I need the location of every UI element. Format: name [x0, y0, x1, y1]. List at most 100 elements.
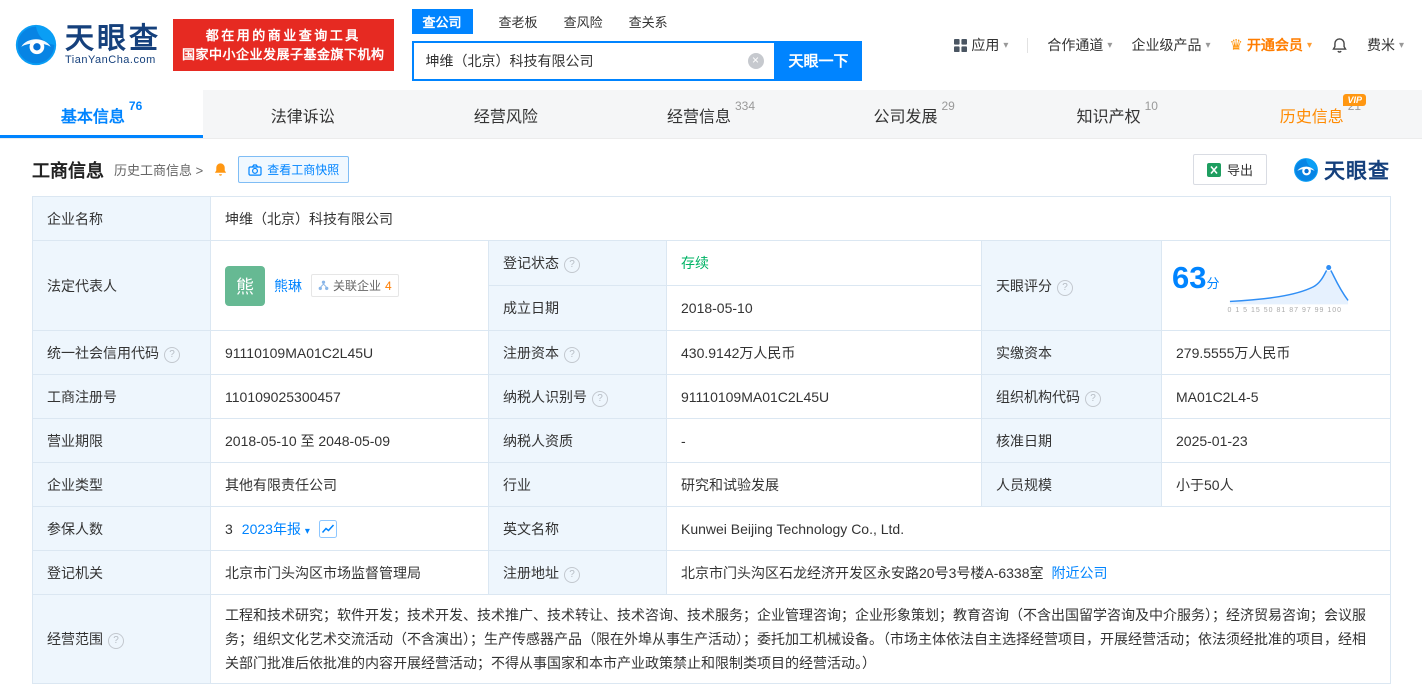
watermark-logo: 天眼查 — [1293, 155, 1390, 185]
org-code-value: MA01C2L4-5 — [1162, 375, 1391, 419]
english-name-value: Kunwei Beijing Technology Co., Ltd. — [667, 507, 1391, 551]
insured-trend-chart-button[interactable] — [319, 520, 337, 538]
avatar[interactable]: 熊 — [225, 266, 265, 306]
paid-capital-value: 279.5555万人民币 — [1162, 331, 1391, 375]
business-scope-value: 工程和技术研究；软件开发；技术开发、技术推广、技术转让、技术咨询、技术服务；企业… — [211, 595, 1391, 684]
founded-date-label: 成立日期 — [489, 286, 667, 331]
industry-value: 研究和试验发展 — [667, 463, 982, 507]
search-button[interactable]: 天眼一下 — [776, 41, 862, 81]
search-tab-risk[interactable]: 查风险 — [564, 12, 603, 31]
table-row: 企业名称 坤维（北京）科技有限公司 — [33, 197, 1391, 241]
tab-intellectual-property[interactable]: 知识产权 10 — [1016, 90, 1219, 138]
tab-history-info[interactable]: 历史信息 21 VIP — [1219, 90, 1422, 138]
business-scope-label: 经营范围 — [33, 595, 211, 684]
score-unit: 分 — [1206, 276, 1219, 291]
apps-grid-icon — [954, 39, 967, 52]
score-curve-icon — [1228, 261, 1350, 307]
help-icon[interactable] — [1085, 391, 1101, 407]
business-term-label: 营业期限 — [33, 419, 211, 463]
help-icon[interactable] — [564, 567, 580, 583]
tab-label: 基本信息 — [61, 103, 125, 127]
value-text: Kunwei Beijing Technology Co., Ltd. — [681, 521, 904, 537]
reg-status-value: 存续 — [667, 241, 982, 286]
search-tabs: 查公司 查老板 查风险 查关系 — [412, 10, 862, 34]
help-icon[interactable] — [592, 391, 608, 407]
nav-divider — [1027, 38, 1028, 53]
snapshot-label: 查看工商快照 — [267, 161, 339, 178]
score-axis-labels: 0 1 5 15 50 81 87 97 99 100 — [1228, 307, 1350, 314]
table-row: 企业类型 其他有限责任公司 行业 研究和试验发展 人员规模 小于50人 — [33, 463, 1391, 507]
scope-text: 工程和技术研究；软件开发；技术开发、技术推广、技术转让、技术咨询、技术服务；企业… — [225, 607, 1366, 671]
clear-icon[interactable]: × — [748, 53, 764, 69]
tab-label: 经营风险 — [474, 103, 538, 127]
tianyancha-logo[interactable]: 天眼查 TianYanCha.com — [14, 23, 161, 67]
label-text: 注册地址 — [503, 565, 559, 581]
search-input-wrap: × — [412, 41, 776, 81]
monitor-bell-button[interactable] — [213, 162, 228, 177]
nav-open-vip[interactable]: ♛ 开通会员 ▾ — [1229, 35, 1311, 55]
label-text: 行业 — [503, 477, 531, 493]
chevron-down-icon: ▾ — [1003, 40, 1008, 51]
registration-authority-label: 登记机关 — [33, 551, 211, 595]
nav-enterprise-products[interactable]: 企业级产品 ▾ — [1131, 35, 1210, 55]
nav-user-menu[interactable]: 费米 ▾ — [1367, 35, 1404, 55]
related-companies-chip[interactable]: 关联企业 4 — [311, 274, 399, 297]
tab-label: 公司发展 — [873, 103, 937, 127]
search-tab-company[interactable]: 查公司 — [412, 9, 473, 34]
tianyancha-eye-icon — [1293, 157, 1319, 183]
label-text: 企业名称 — [47, 211, 103, 227]
nav-partner-channel[interactable]: 合作通道 ▾ — [1047, 35, 1112, 55]
approval-date-label: 核准日期 — [982, 419, 1162, 463]
help-icon[interactable] — [164, 347, 180, 363]
reg-capital-label: 注册资本 — [489, 331, 667, 375]
tab-label: 历史信息 — [1280, 103, 1344, 127]
value-text: 研究和试验发展 — [681, 477, 779, 493]
tab-operational-risk[interactable]: 经营风险 — [406, 90, 609, 138]
brand-name: 天眼查 — [65, 24, 161, 54]
reg-status-label: 登记状态 — [489, 241, 667, 286]
nav-apps-label: 应用 — [971, 35, 999, 55]
help-icon[interactable] — [1057, 280, 1073, 296]
nav-apps[interactable]: 应用 ▾ — [954, 35, 1008, 55]
value-text: - — [681, 433, 686, 449]
registration-authority-value: 北京市门头沟区市场监督管理局 — [211, 551, 489, 595]
search-input[interactable] — [424, 52, 748, 70]
insured-count-label: 参保人数 — [33, 507, 211, 551]
annual-report-label: 2023年报 — [242, 521, 301, 537]
bell-icon — [1331, 37, 1348, 54]
business-info-table: 企业名称 坤维（北京）科技有限公司 法定代表人 熊 熊琳 关联企业 4 — [32, 196, 1391, 684]
search-tab-boss[interactable]: 查老板 — [499, 12, 538, 31]
label-text: 成立日期 — [503, 300, 559, 316]
company-name-label: 企业名称 — [33, 197, 211, 241]
table-row: 参保人数 3 2023年报 ▾ 英文名称 Kunwei Beijing Tech… — [33, 507, 1391, 551]
nav-notifications[interactable] — [1331, 37, 1348, 54]
history-business-info-link[interactable]: 历史工商信息 > — [114, 160, 203, 179]
label-text: 组织机构代码 — [996, 389, 1080, 405]
help-icon[interactable] — [564, 257, 580, 273]
nearby-companies-link[interactable]: 附近公司 — [1052, 565, 1108, 581]
tab-company-development[interactable]: 公司发展 29 — [813, 90, 1016, 138]
nav-enterprise-label: 企业级产品 — [1131, 35, 1201, 55]
export-button[interactable]: 导出 — [1193, 154, 1267, 185]
annual-report-link[interactable]: 2023年报 ▾ — [242, 519, 310, 539]
business-snapshot-button[interactable]: 查看工商快照 — [238, 156, 349, 183]
reg-capital-value: 430.9142万人民币 — [667, 331, 982, 375]
company-tab-bar: 基本信息 76 法律诉讼 经营风险 经营信息 334 公司发展 29 知识产权 … — [0, 90, 1422, 139]
help-icon[interactable] — [564, 347, 580, 363]
tab-legal-proceedings[interactable]: 法律诉讼 — [203, 90, 406, 138]
trend-chart-icon — [319, 520, 337, 538]
score-distribution-chart: 0 1 5 15 50 81 87 97 99 100 — [1228, 261, 1350, 314]
tianyancha-eye-icon — [14, 23, 58, 67]
help-icon[interactable] — [108, 633, 124, 649]
tab-basic-info[interactable]: 基本信息 76 — [0, 90, 203, 138]
legal-rep-name-link[interactable]: 熊琳 — [274, 276, 302, 296]
chevron-down-icon: ▾ — [305, 526, 310, 537]
tab-business-info[interactable]: 经营信息 334 — [609, 90, 812, 138]
search-area: 查公司 查老板 查风险 查关系 × 天眼一下 — [412, 10, 862, 81]
top-navigation: 应用 ▾ 合作通道 ▾ 企业级产品 ▾ ♛ 开通会员 ▾ 费米 ▾ — [954, 35, 1404, 55]
paid-capital-label: 实缴资本 — [982, 331, 1162, 375]
label-text: 企业类型 — [47, 477, 103, 493]
company-type-value: 其他有限责任公司 — [211, 463, 489, 507]
search-tab-relation[interactable]: 查关系 — [629, 12, 668, 31]
value-text: 279.5555万人民币 — [1176, 345, 1290, 361]
